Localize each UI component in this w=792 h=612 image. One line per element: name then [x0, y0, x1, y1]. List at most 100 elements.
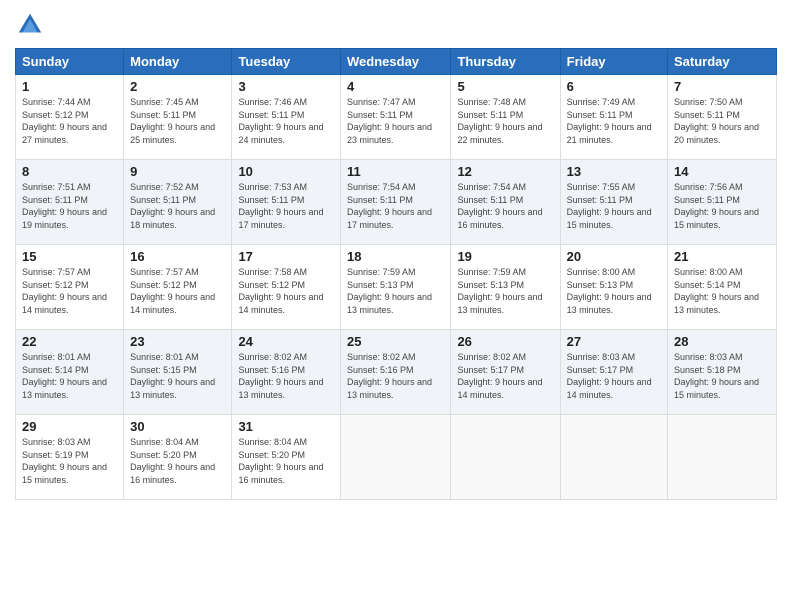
calendar-cell: 5 Sunrise: 7:48 AM Sunset: 5:11 PM Dayli…	[451, 75, 560, 160]
calendar-cell: 28 Sunrise: 8:03 AM Sunset: 5:18 PM Dayl…	[668, 330, 777, 415]
calendar-day-header-friday: Friday	[560, 49, 667, 75]
day-number: 10	[238, 164, 334, 179]
day-info: Sunrise: 7:58 AM Sunset: 5:12 PM Dayligh…	[238, 266, 334, 316]
calendar-cell: 4 Sunrise: 7:47 AM Sunset: 5:11 PM Dayli…	[341, 75, 451, 160]
calendar-cell: 31 Sunrise: 8:04 AM Sunset: 5:20 PM Dayl…	[232, 415, 341, 500]
day-number: 15	[22, 249, 117, 264]
calendar-day-header-wednesday: Wednesday	[341, 49, 451, 75]
day-number: 14	[674, 164, 770, 179]
day-info: Sunrise: 7:59 AM Sunset: 5:13 PM Dayligh…	[347, 266, 444, 316]
calendar-day-header-saturday: Saturday	[668, 49, 777, 75]
calendar-header-row: SundayMondayTuesdayWednesdayThursdayFrid…	[16, 49, 777, 75]
day-number: 7	[674, 79, 770, 94]
day-info: Sunrise: 8:03 AM Sunset: 5:19 PM Dayligh…	[22, 436, 117, 486]
calendar-cell: 2 Sunrise: 7:45 AM Sunset: 5:11 PM Dayli…	[124, 75, 232, 160]
day-number: 13	[567, 164, 661, 179]
calendar-cell: 24 Sunrise: 8:02 AM Sunset: 5:16 PM Dayl…	[232, 330, 341, 415]
day-info: Sunrise: 8:02 AM Sunset: 5:17 PM Dayligh…	[457, 351, 553, 401]
day-number: 9	[130, 164, 225, 179]
day-info: Sunrise: 7:52 AM Sunset: 5:11 PM Dayligh…	[130, 181, 225, 231]
day-number: 23	[130, 334, 225, 349]
day-info: Sunrise: 7:53 AM Sunset: 5:11 PM Dayligh…	[238, 181, 334, 231]
day-number: 29	[22, 419, 117, 434]
day-info: Sunrise: 7:55 AM Sunset: 5:11 PM Dayligh…	[567, 181, 661, 231]
calendar-cell: 19 Sunrise: 7:59 AM Sunset: 5:13 PM Dayl…	[451, 245, 560, 330]
day-number: 11	[347, 164, 444, 179]
calendar-cell	[560, 415, 667, 500]
day-info: Sunrise: 7:54 AM Sunset: 5:11 PM Dayligh…	[457, 181, 553, 231]
calendar-week-row-1: 1 Sunrise: 7:44 AM Sunset: 5:12 PM Dayli…	[16, 75, 777, 160]
calendar-cell: 15 Sunrise: 7:57 AM Sunset: 5:12 PM Dayl…	[16, 245, 124, 330]
calendar-cell: 8 Sunrise: 7:51 AM Sunset: 5:11 PM Dayli…	[16, 160, 124, 245]
logo-icon	[15, 10, 45, 40]
calendar-week-row-4: 22 Sunrise: 8:01 AM Sunset: 5:14 PM Dayl…	[16, 330, 777, 415]
calendar-cell: 23 Sunrise: 8:01 AM Sunset: 5:15 PM Dayl…	[124, 330, 232, 415]
day-info: Sunrise: 7:46 AM Sunset: 5:11 PM Dayligh…	[238, 96, 334, 146]
day-info: Sunrise: 8:02 AM Sunset: 5:16 PM Dayligh…	[238, 351, 334, 401]
day-number: 18	[347, 249, 444, 264]
calendar-cell: 12 Sunrise: 7:54 AM Sunset: 5:11 PM Dayl…	[451, 160, 560, 245]
day-number: 22	[22, 334, 117, 349]
calendar-day-header-monday: Monday	[124, 49, 232, 75]
day-number: 8	[22, 164, 117, 179]
day-info: Sunrise: 7:44 AM Sunset: 5:12 PM Dayligh…	[22, 96, 117, 146]
calendar-cell: 22 Sunrise: 8:01 AM Sunset: 5:14 PM Dayl…	[16, 330, 124, 415]
calendar-cell: 6 Sunrise: 7:49 AM Sunset: 5:11 PM Dayli…	[560, 75, 667, 160]
calendar-cell: 3 Sunrise: 7:46 AM Sunset: 5:11 PM Dayli…	[232, 75, 341, 160]
day-number: 6	[567, 79, 661, 94]
calendar-cell: 18 Sunrise: 7:59 AM Sunset: 5:13 PM Dayl…	[341, 245, 451, 330]
header	[15, 10, 777, 40]
day-number: 25	[347, 334, 444, 349]
calendar-cell: 10 Sunrise: 7:53 AM Sunset: 5:11 PM Dayl…	[232, 160, 341, 245]
calendar-cell: 21 Sunrise: 8:00 AM Sunset: 5:14 PM Dayl…	[668, 245, 777, 330]
calendar-day-header-tuesday: Tuesday	[232, 49, 341, 75]
calendar-cell: 17 Sunrise: 7:58 AM Sunset: 5:12 PM Dayl…	[232, 245, 341, 330]
day-info: Sunrise: 8:01 AM Sunset: 5:14 PM Dayligh…	[22, 351, 117, 401]
calendar-cell	[451, 415, 560, 500]
day-number: 31	[238, 419, 334, 434]
calendar-day-header-sunday: Sunday	[16, 49, 124, 75]
calendar-cell: 9 Sunrise: 7:52 AM Sunset: 5:11 PM Dayli…	[124, 160, 232, 245]
day-info: Sunrise: 7:59 AM Sunset: 5:13 PM Dayligh…	[457, 266, 553, 316]
day-info: Sunrise: 7:51 AM Sunset: 5:11 PM Dayligh…	[22, 181, 117, 231]
calendar-cell: 26 Sunrise: 8:02 AM Sunset: 5:17 PM Dayl…	[451, 330, 560, 415]
day-number: 28	[674, 334, 770, 349]
day-number: 4	[347, 79, 444, 94]
day-info: Sunrise: 7:48 AM Sunset: 5:11 PM Dayligh…	[457, 96, 553, 146]
day-number: 24	[238, 334, 334, 349]
day-number: 27	[567, 334, 661, 349]
day-info: Sunrise: 7:49 AM Sunset: 5:11 PM Dayligh…	[567, 96, 661, 146]
calendar-cell: 16 Sunrise: 7:57 AM Sunset: 5:12 PM Dayl…	[124, 245, 232, 330]
day-info: Sunrise: 8:00 AM Sunset: 5:14 PM Dayligh…	[674, 266, 770, 316]
calendar-cell: 30 Sunrise: 8:04 AM Sunset: 5:20 PM Dayl…	[124, 415, 232, 500]
day-info: Sunrise: 8:01 AM Sunset: 5:15 PM Dayligh…	[130, 351, 225, 401]
day-info: Sunrise: 8:02 AM Sunset: 5:16 PM Dayligh…	[347, 351, 444, 401]
day-info: Sunrise: 8:03 AM Sunset: 5:17 PM Dayligh…	[567, 351, 661, 401]
calendar-cell: 13 Sunrise: 7:55 AM Sunset: 5:11 PM Dayl…	[560, 160, 667, 245]
calendar-cell: 14 Sunrise: 7:56 AM Sunset: 5:11 PM Dayl…	[668, 160, 777, 245]
calendar-week-row-2: 8 Sunrise: 7:51 AM Sunset: 5:11 PM Dayli…	[16, 160, 777, 245]
calendar-week-row-5: 29 Sunrise: 8:03 AM Sunset: 5:19 PM Dayl…	[16, 415, 777, 500]
calendar-day-header-thursday: Thursday	[451, 49, 560, 75]
day-info: Sunrise: 8:04 AM Sunset: 5:20 PM Dayligh…	[238, 436, 334, 486]
day-info: Sunrise: 7:57 AM Sunset: 5:12 PM Dayligh…	[22, 266, 117, 316]
day-info: Sunrise: 7:57 AM Sunset: 5:12 PM Dayligh…	[130, 266, 225, 316]
day-number: 21	[674, 249, 770, 264]
logo	[15, 10, 49, 40]
calendar-cell: 1 Sunrise: 7:44 AM Sunset: 5:12 PM Dayli…	[16, 75, 124, 160]
calendar-cell: 25 Sunrise: 8:02 AM Sunset: 5:16 PM Dayl…	[341, 330, 451, 415]
day-info: Sunrise: 7:47 AM Sunset: 5:11 PM Dayligh…	[347, 96, 444, 146]
calendar-cell: 11 Sunrise: 7:54 AM Sunset: 5:11 PM Dayl…	[341, 160, 451, 245]
day-info: Sunrise: 7:56 AM Sunset: 5:11 PM Dayligh…	[674, 181, 770, 231]
calendar-cell: 7 Sunrise: 7:50 AM Sunset: 5:11 PM Dayli…	[668, 75, 777, 160]
day-info: Sunrise: 7:50 AM Sunset: 5:11 PM Dayligh…	[674, 96, 770, 146]
calendar-cell	[341, 415, 451, 500]
day-number: 19	[457, 249, 553, 264]
day-info: Sunrise: 7:54 AM Sunset: 5:11 PM Dayligh…	[347, 181, 444, 231]
calendar-cell	[668, 415, 777, 500]
calendar-table: SundayMondayTuesdayWednesdayThursdayFrid…	[15, 48, 777, 500]
calendar-week-row-3: 15 Sunrise: 7:57 AM Sunset: 5:12 PM Dayl…	[16, 245, 777, 330]
day-info: Sunrise: 8:04 AM Sunset: 5:20 PM Dayligh…	[130, 436, 225, 486]
day-number: 3	[238, 79, 334, 94]
day-number: 30	[130, 419, 225, 434]
